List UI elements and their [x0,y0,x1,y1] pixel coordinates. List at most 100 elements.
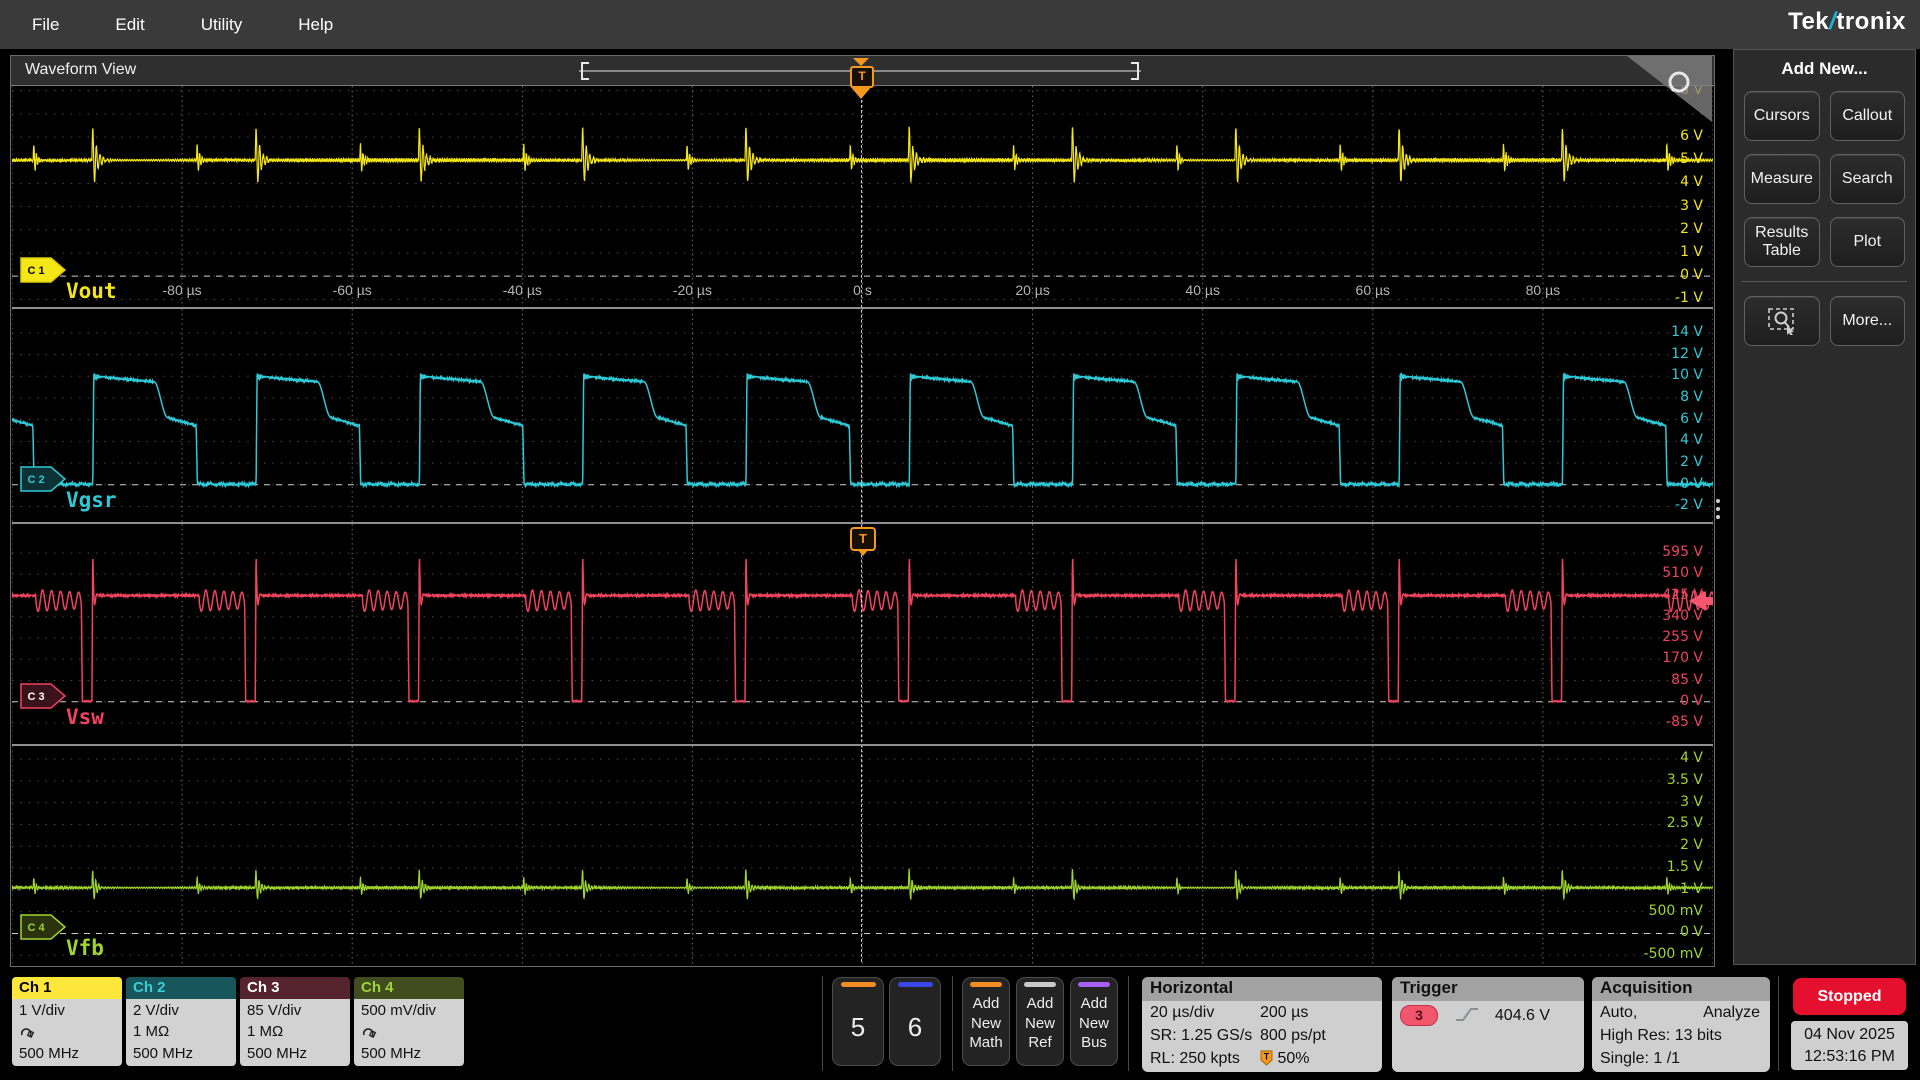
add-new-math-button[interactable]: Add New Math [962,977,1010,1066]
channel-slice-vgsr: 14 V 12 V 10 V 8 V 6 V 4 V 2 V 0 V -2 V C 2 Vgsr [12,309,1713,522]
vtick-vfb: 0 V [1680,924,1703,941]
channel-name-vgsr: Vgsr [66,487,117,512]
vtick-vfb: 4 V [1680,750,1703,767]
channel-scale: 1 V/div [19,1002,65,1019]
trigger-panel[interactable]: Trigger 3 404.6 V [1392,977,1584,1072]
menu-item-help[interactable]: Help [298,15,333,35]
footer-separator [822,976,823,1071]
slice-divider [12,307,1713,309]
more-button[interactable]: More... [1829,296,1905,346]
time-tick: 40 µs [1185,282,1220,298]
record-length: RL: 250 kpts [1150,1050,1240,1067]
acquisition-single: Single: 1 /1 [1600,1050,1681,1067]
svg-text:C 1: C 1 [27,265,44,277]
time-text: 12:53:16 PM [1804,1047,1895,1065]
channel-panel-ch3[interactable]: Ch 3 85 V/div 1 MΩ 500 MHz [240,977,350,1066]
add-new-plot-button[interactable]: Plot [1829,217,1905,267]
vtick-vsw: -85 V [1666,714,1703,730]
probe-icon [362,1028,377,1039]
panel-resize-handle[interactable] [1716,495,1720,523]
channel-slice-vfb: 4 V 3.5 V 3 V 2.5 V 2 V 1.5 V 1 V 500 mV 0 V -500… [12,746,1713,964]
channel-name-vout: Vout [66,279,117,304]
waveform-vgsr [12,309,1713,522]
tektronix-logo: Tek/tronix [1788,8,1906,36]
vtick-vout: 2 V [1680,220,1703,237]
channel-button-6[interactable]: 6 [889,977,941,1066]
add-new-buttons: Cursors Callout Measure Search Results Table… [1734,83,1915,275]
channel-button-5[interactable]: 5 [832,977,884,1066]
channel-slice-vout: 8 V6 V5 V4 V3 V2 V1 V0 V-1 VC 1Vout-80 µ… [12,86,1713,307]
channel-badge-c2[interactable]: C 2 [20,466,66,492]
logo-text: Tek [1788,8,1830,35]
add-new-measure-button[interactable]: Measure [1744,154,1820,204]
vtick-vfb: -500 mV [1643,946,1703,963]
add-new-sidebar: Add New... Cursors Callout Measure Search Re… [1733,49,1916,965]
svg-text:C 4: C 4 [27,922,45,934]
vtick-vout: 4 V [1680,174,1703,191]
channel-slice-vsw: 595 V 510 V 425 V 340 V 255 V 170 V 85 V0 V -85… [12,524,1713,744]
svg-text:C 2: C 2 [27,474,44,486]
vtick-vsw: 0 V [1680,692,1703,709]
channel-panel-title: Ch 4 [354,977,464,999]
vtick-vsw: 595 V [1662,544,1703,560]
vtick-vfb: 500 mV [1648,902,1703,919]
channel-panel-title: Ch 3 [240,977,350,999]
channel-badge-c3[interactable]: C 3 [20,683,66,709]
vtick-vgsr: 2 V [1680,454,1703,471]
svg-text:C 3: C 3 [27,691,44,703]
trigger-position-t-icon[interactable]: T [850,66,874,88]
channel-panel-ch1[interactable]: Ch 1 1 V/div 500 MHz [12,977,122,1066]
channel-scale: 500 mV/div [361,1002,437,1019]
footer-separator [1128,976,1129,1071]
footer-separator [1778,976,1779,1071]
channel-coupling: 1 MΩ [247,1023,284,1041]
channel-bandwidth: 500 MHz [133,1044,194,1062]
trigger-position-arrow-icon[interactable] [853,58,869,66]
trigger-source-t-icon[interactable]: T [850,527,876,556]
channel-panel-ch2[interactable]: Ch 2 2 V/div 1 MΩ 500 MHz [126,977,236,1066]
accent-strip [840,982,876,987]
footer-bar: Ch 1 1 V/div 500 MHz Ch 2 2 V/div 1 MΩ 500 MHz… [0,974,1920,1080]
channel-panel-body: 2 V/div 1 MΩ 500 MHz [126,999,236,1066]
add-new-results-table-button[interactable]: Results Table [1744,217,1820,267]
acquisition-resolution: High Res: 13 bits [1600,1027,1722,1044]
vtick-vsw: 85 V [1671,671,1703,688]
add-new-search-button[interactable]: Search [1829,154,1905,204]
waveform-vsw [12,524,1713,744]
vtick-vfb: 1.5 V [1666,859,1703,876]
channel-panel-body: 1 V/div 500 MHz [12,999,122,1066]
acquisition-status-badge[interactable]: Stopped [1793,978,1906,1015]
add-new-bus-button[interactable]: Add New Bus [1070,977,1118,1066]
channel-name-vfb: Vfb [66,936,104,961]
waveform-vfb [12,746,1713,964]
add-new-cursors-button[interactable]: Cursors [1744,91,1820,141]
horizontal-panel[interactable]: Horizontal 20 µs/div 200 µs SR: 1.25 GS/… [1142,977,1382,1072]
zoom-select-button[interactable] [1744,296,1820,346]
channel-badge-c4[interactable]: C 4 [20,914,66,941]
button-label: Add New Ref [1024,995,1055,1051]
trigger-position-marker-icon[interactable] [850,86,872,99]
channel-badge-c1[interactable]: C 1 [20,257,66,283]
menu-item-file[interactable]: File [32,15,59,35]
time-tick: -60 µs [332,282,372,298]
time-tick: 0 s [853,282,872,298]
slice-divider [12,744,1713,746]
vtick-vgsr: 4 V [1680,432,1703,449]
menu-item-edit[interactable]: Edit [115,15,144,35]
acquisition-panel[interactable]: Acquisition Auto, Analyze High Res: 13 b… [1592,977,1770,1072]
trigger-level-arrow[interactable] [1689,590,1713,611]
add-new-callout-button[interactable]: Callout [1829,91,1905,141]
channel-panel-ch4[interactable]: Ch 4 500 mV/div 500 MHz [354,977,464,1066]
channel-coupling [361,1021,457,1042]
zoom-select-icon [1767,308,1794,335]
waveform-view-panel: Waveform View T 8 V 6 V 5 V 4 V 3 V 2 V 1 V 0 V… [10,55,1715,967]
button-label: Add New Bus [1078,995,1109,1051]
time-tick: -20 µs [672,282,712,298]
acquisition-panel-title: Acquisition [1592,977,1770,1001]
add-new-ref-button[interactable]: Add New Ref [1016,977,1064,1066]
vtick-vgsr: 8 V [1680,388,1703,405]
channel-panel-title: Ch 1 [12,977,122,999]
button-label: Add New Math [969,995,1003,1051]
menu-item-utility[interactable]: Utility [201,15,243,35]
probe-icon [20,1028,35,1039]
